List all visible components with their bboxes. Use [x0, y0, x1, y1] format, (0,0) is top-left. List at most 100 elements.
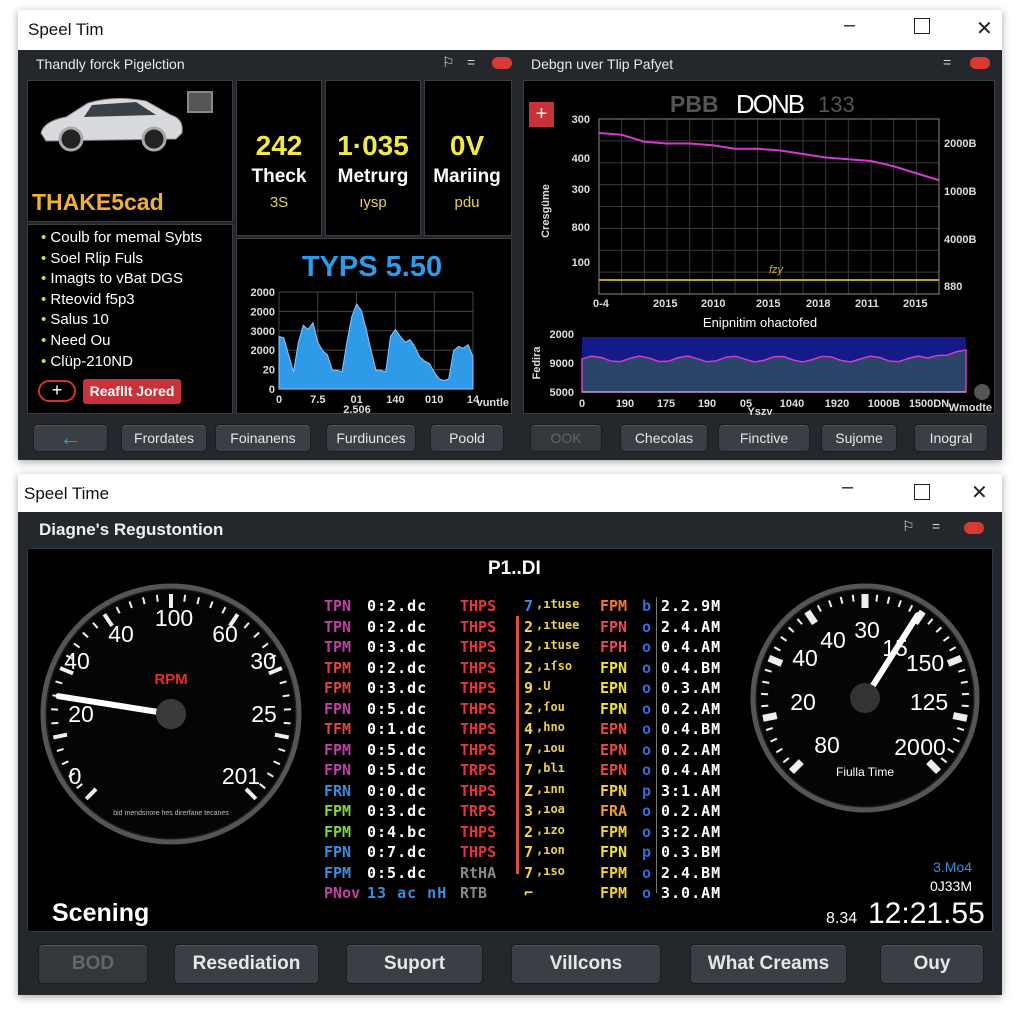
gauge-tick	[851, 594, 855, 602]
toolbar-button[interactable]: OOK	[530, 424, 602, 452]
minimize-button[interactable]: –	[842, 476, 853, 499]
gauge-tick	[762, 680, 770, 684]
pid-name: THPS	[460, 658, 497, 677]
stat-label: Mariing	[433, 166, 501, 187]
toolbar-button[interactable]: Villcons	[511, 944, 661, 984]
pid-time: 3:2.AM	[661, 822, 722, 841]
pid-suffix: ,ıou	[536, 740, 565, 755]
back-button[interactable]: ←	[33, 424, 108, 452]
pid-label: FPN	[600, 781, 628, 800]
flag-icon[interactable]: ⚐	[442, 54, 455, 71]
pid-label: EPN	[600, 740, 628, 759]
left-panel-title: Thandly forck Pigelction	[36, 56, 185, 72]
pid-value: 0:5.dc	[367, 863, 428, 882]
pid-flag: o	[642, 761, 652, 779]
pid-count: 2	[524, 638, 534, 656]
gauge-tick	[183, 594, 187, 602]
title-bar: Speel Time – ✕	[18, 474, 1002, 512]
pid-time: 0.4.BM	[661, 658, 722, 677]
y-tick-label: 2000	[251, 345, 275, 357]
pid-name: THPS	[460, 720, 497, 738]
y-tick-label: 20	[263, 365, 275, 377]
pid-time: 2.2.9M	[661, 597, 722, 615]
toolbar-button[interactable]: Checolas	[620, 424, 708, 452]
x-tick-label: 140	[386, 394, 404, 406]
y-axis-label: Fedira	[531, 346, 543, 380]
gauge-label: 150	[906, 650, 944, 676]
gauge-fine-print: bid mendsnore hes direrfane tecanes	[113, 810, 229, 817]
pid-label: FPM	[600, 597, 628, 615]
gauge-label: 201	[222, 763, 260, 789]
stat-label: Metrurg	[337, 166, 409, 187]
pid-value: 0:2.dc	[367, 597, 428, 615]
pid-value: 0:3.dc	[367, 802, 428, 820]
y-tick-label: 100	[572, 257, 590, 269]
toolbar-button[interactable]: Sujome	[821, 424, 897, 452]
pid-flag: o	[642, 699, 652, 718]
gauge-label: 0	[69, 763, 82, 789]
y-tick-label: 400	[572, 153, 590, 165]
pid-suffix: .U	[536, 679, 551, 693]
gauges: 0204040100603025201RPMbid mendsnore hes …	[40, 583, 980, 845]
pid-flag: o	[642, 679, 652, 697]
toolbar-button[interactable]: Ouy	[880, 944, 984, 984]
gauge-tick	[961, 704, 969, 708]
pid-flag: o	[642, 822, 652, 841]
list-item: Coulb for memal Sybts	[41, 229, 232, 250]
toolbar-button[interactable]: Foinanens	[215, 424, 311, 452]
add-button[interactable]: +	[38, 380, 76, 402]
toolbar-button[interactable]: Poold	[430, 424, 504, 452]
car-image	[40, 97, 183, 152]
gauge-label: 40	[108, 621, 134, 647]
action-button[interactable]: Reafllt Jored	[83, 379, 181, 404]
list-item: Salus 10	[41, 311, 232, 332]
pid-name: RTB	[460, 884, 488, 902]
gauge-label: 30	[250, 648, 276, 674]
menu-icon[interactable]: =	[932, 518, 940, 534]
toolbar-button[interactable]: What Creams	[690, 944, 847, 984]
list-item: Soel Rlip Fuls	[41, 250, 232, 271]
x-tick-label: 190	[698, 398, 716, 410]
toolbar-button[interactable]: Resediation	[174, 944, 319, 984]
toolbar-button[interactable]: Frordates	[121, 424, 207, 452]
y-tick-label: 2000	[550, 329, 574, 341]
toolbar-button[interactable]: Inogral	[914, 424, 988, 452]
close-panel-icon[interactable]	[964, 522, 984, 534]
pid-flag: b	[642, 597, 652, 615]
close-panel-icon[interactable]	[970, 57, 990, 69]
stat-mariing: 0V Mariing pdu	[424, 130, 510, 211]
pid-label: FPM	[324, 822, 352, 841]
panel-title: Diagne's Regustontion	[39, 520, 224, 539]
pid-label: PNov	[324, 884, 361, 902]
toolbar-button[interactable]: BOD	[38, 944, 148, 984]
toolbar-button[interactable]: Finctive	[718, 424, 810, 452]
close-button[interactable]: ✕	[971, 480, 988, 505]
pid-value: 0:5.dc	[367, 740, 428, 759]
list-item: Imagts to vBat DGS	[41, 270, 232, 291]
pid-name: THPS	[460, 597, 497, 615]
toolbar-button[interactable]: Furdiunces	[326, 424, 416, 452]
pid-label: FPN	[324, 699, 352, 718]
flag-icon[interactable]: ⚐	[902, 518, 915, 535]
pid-value: 0:0.dc	[367, 781, 428, 800]
pid-count: 7	[524, 843, 534, 861]
menu-icon[interactable]: =	[943, 54, 951, 70]
gauge-tick	[762, 712, 778, 722]
window-icon[interactable]	[187, 91, 213, 113]
maximize-button[interactable]	[914, 484, 930, 500]
x-tick-label: 7.5	[310, 394, 325, 406]
x-tick-label: 1500DN	[909, 398, 949, 410]
gauge-label: 60	[212, 621, 238, 647]
close-panel-icon[interactable]	[492, 57, 512, 69]
maximize-button[interactable]	[914, 18, 930, 34]
pid-flag: o	[642, 740, 652, 759]
menu-icon[interactable]: =	[467, 54, 475, 70]
y2-tick-label: 2000B	[944, 138, 976, 150]
gauge-label: 00	[920, 734, 946, 760]
pid-time: 0.4.BM	[661, 720, 722, 738]
minimize-button[interactable]: –	[844, 14, 855, 37]
toolbar-button[interactable]: Suport	[346, 944, 483, 984]
close-button[interactable]: ✕	[976, 16, 993, 41]
pid-label: TPM	[324, 658, 352, 677]
pid-flag: o	[642, 884, 652, 902]
